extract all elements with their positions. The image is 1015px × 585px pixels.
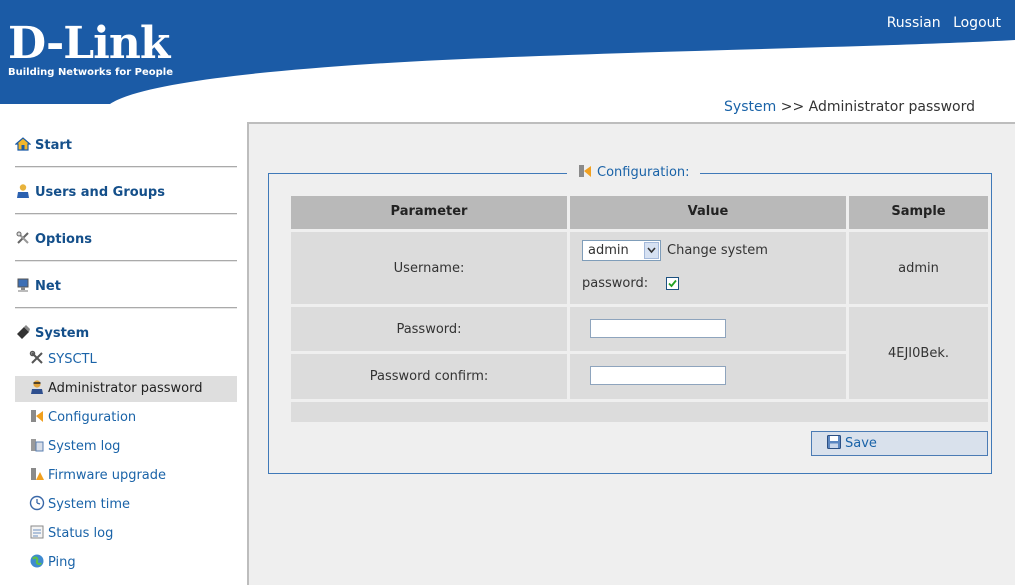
sidebar-divider <box>15 166 237 168</box>
sidebar-item-label: System time <box>48 497 130 512</box>
sidebar-item-administrator-password[interactable]: Administrator password <box>15 376 237 402</box>
clock-icon <box>29 495 45 511</box>
column-header-parameter: Parameter <box>291 196 567 229</box>
sidebar-item-users-and-groups[interactable]: Users and Groups <box>15 183 237 200</box>
legend-label: Configuration: <box>597 165 690 180</box>
table-footer-bar <box>291 402 988 422</box>
sidebar-item-label: Status log <box>48 526 114 541</box>
table-row-password-sample: 4EJI0Bek. <box>849 307 988 399</box>
breadcrumb-separator: >> <box>780 99 805 115</box>
sidebar-item-label: Users and Groups <box>35 185 165 200</box>
status-log-icon <box>30 525 44 539</box>
sidebar-item-system-time[interactable]: System time <box>15 492 237 518</box>
sidebar-item-label: System log <box>48 439 121 454</box>
sidebar-item-system-log[interactable]: System log <box>15 434 237 460</box>
sidebar-item-label: Ping <box>48 555 76 570</box>
breadcrumb-system-link[interactable]: System <box>724 99 776 115</box>
options-icon <box>16 231 29 244</box>
password-label: Password: <box>396 321 462 337</box>
configuration-icon <box>579 165 591 177</box>
sidebar-item-label: Firmware upgrade <box>48 468 167 483</box>
sidebar-item-label: System <box>35 326 90 341</box>
table-row-username-sample: admin <box>849 232 988 304</box>
password-confirm-label: Password confirm: <box>369 369 489 384</box>
content-panel: Configuration: Parameter Value Sample Us… <box>247 122 1015 585</box>
username-sample: admin <box>898 260 939 276</box>
sidebar-item-sysctl[interactable]: SYSCTL <box>15 347 237 373</box>
logo-brand: D-Link <box>8 18 170 69</box>
username-select[interactable]: admin <box>582 240 661 261</box>
top-nav: Russian Logout <box>879 15 1001 31</box>
russian-link[interactable]: Russian <box>887 15 941 31</box>
sidebar-item-label: SYSCTL <box>48 352 97 367</box>
save-button[interactable]: Save <box>811 431 988 456</box>
header: D-Link Building Networks for People Russ… <box>0 0 1015 125</box>
column-header-value: Value <box>570 196 846 229</box>
net-icon <box>17 278 29 292</box>
sidebar-item-system[interactable]: System <box>15 324 237 341</box>
column-header-sample: Sample <box>849 196 988 229</box>
ping-icon <box>30 554 44 568</box>
checkmark-icon <box>668 279 677 288</box>
sidebar: Start Users and Groups Options Net Syste… <box>0 124 247 585</box>
sidebar-item-start[interactable]: Start <box>15 136 237 153</box>
sidebar-divider <box>15 307 237 309</box>
configuration-icon <box>31 410 43 422</box>
sidebar-item-label: Options <box>35 232 92 247</box>
sidebar-item-status-log[interactable]: Status log <box>15 521 237 547</box>
username-select-value: admin <box>588 243 629 258</box>
logo-tagline: Building Networks for People <box>8 67 173 78</box>
table-row-username-label: Username: <box>291 232 567 304</box>
sidebar-item-net[interactable]: Net <box>15 277 237 294</box>
sidebar-divider <box>15 213 237 215</box>
sidebar-item-ping[interactable]: Ping <box>15 550 237 576</box>
save-button-label: Save <box>845 436 877 451</box>
system-icon <box>17 325 30 339</box>
sidebar-item-options[interactable]: Options <box>15 230 237 247</box>
home-icon <box>15 137 31 151</box>
breadcrumb-current: Administrator password <box>808 99 975 115</box>
change-password-label-line1: Change system <box>667 243 768 258</box>
chevron-down-icon <box>644 242 659 259</box>
sidebar-item-label: Administrator password <box>48 381 203 396</box>
configuration-fieldset: Configuration: Parameter Value Sample Us… <box>268 163 992 474</box>
admin-icon <box>31 380 43 394</box>
users-icon <box>17 184 29 198</box>
firmware-icon <box>31 468 44 480</box>
system-log-icon <box>31 439 44 452</box>
change-password-label-line2: password: <box>582 276 649 291</box>
table-row-username-value: admin Change system password: <box>570 232 846 304</box>
table-row-password-confirm-value <box>570 354 846 399</box>
sidebar-item-label: Configuration <box>48 410 137 425</box>
sidebar-item-label: Net <box>35 279 61 294</box>
password-confirm-field[interactable] <box>590 366 726 385</box>
logout-link[interactable]: Logout <box>953 15 1001 31</box>
tools-icon <box>29 350 43 364</box>
configuration-legend: Configuration: <box>567 163 700 183</box>
sidebar-item-configuration[interactable]: Configuration <box>15 405 237 431</box>
username-label: Username: <box>393 260 465 276</box>
dlink-logo: D-Link Building Networks for People <box>8 18 173 79</box>
table-row-password-confirm-label: Password confirm: <box>291 354 567 399</box>
password-sample: 4EJI0Bek. <box>887 345 949 361</box>
breadcrumb: System >> Administrator password <box>724 99 975 115</box>
change-password-checkbox[interactable] <box>666 277 679 290</box>
password-field[interactable] <box>590 319 726 338</box>
sidebar-divider <box>15 260 237 262</box>
sidebar-item-firmware-upgrade[interactable]: Firmware upgrade <box>15 463 237 489</box>
sidebar-item-label: Start <box>35 138 72 153</box>
table-row-password-label: Password: <box>291 307 567 351</box>
table-row-password-value <box>570 307 846 351</box>
save-icon <box>827 435 841 449</box>
